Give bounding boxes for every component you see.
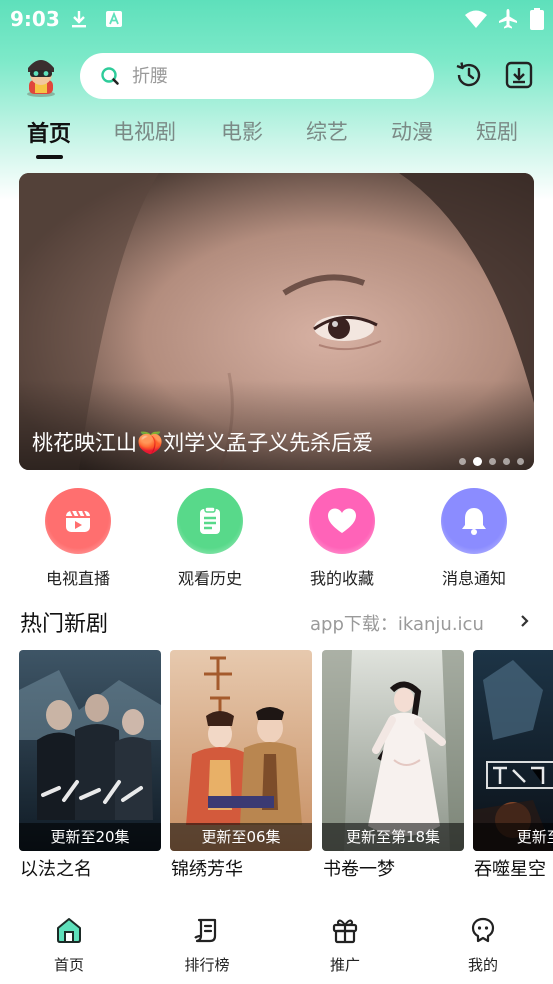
poster-image: 更新至1 [473, 650, 553, 851]
drama-card[interactable]: 更新至第18集 书卷一梦 [322, 650, 464, 882]
chevron-right-icon[interactable] [518, 612, 532, 630]
carousel-dot [517, 457, 524, 465]
nav-home[interactable]: 首页 [29, 914, 109, 980]
section-title: 热门新剧 [20, 612, 109, 637]
tab-anime[interactable]: 动漫 [391, 116, 433, 146]
airplane-mode-icon [499, 9, 517, 29]
tab-movies[interactable]: 电影 [221, 116, 263, 146]
watch-history-label: 观看历史 [177, 569, 242, 588]
drama-card[interactable]: 更新至06集 锦绣芳华 [170, 650, 312, 882]
history-list-icon [200, 506, 220, 534]
live-tv-icon-bg [45, 488, 111, 554]
tab-home[interactable]: 首页 [27, 116, 71, 148]
notifications-button[interactable]: 消息通知 [424, 486, 524, 590]
wifi-icon [465, 10, 487, 28]
carousel-dot [489, 457, 496, 465]
poster-art [170, 650, 312, 851]
drama-title: 吞噬星空 [474, 859, 546, 880]
watch-history-button[interactable]: 观看历史 [160, 486, 260, 590]
tv-clapper-icon [66, 510, 90, 532]
home-icon [57, 918, 81, 943]
episode-badge: 更新至20集 [19, 823, 161, 851]
history-icon[interactable] [454, 60, 484, 90]
poster-image: 更新至第18集 [322, 650, 464, 851]
search-bar[interactable] [80, 53, 434, 99]
notifications-icon-bg [441, 488, 507, 554]
gift-icon [332, 919, 358, 944]
episode-badge: 更新至第18集 [322, 823, 464, 851]
favorites-icon-bg [309, 488, 375, 554]
avatar-icon[interactable] [20, 54, 62, 98]
bottom-navigation: 首页 排行榜 推广 我的 [0, 900, 553, 984]
drama-list: 更新至20集 以法之名 更新至06集 锦绣芳华 更新至第18集 书卷一梦 更新 … [0, 650, 553, 886]
poster-image: 更新至20集 [19, 650, 161, 851]
episode-badge: 更新至1 [473, 823, 553, 851]
active-tab-indicator [36, 155, 63, 159]
app-notification-icon [106, 11, 122, 27]
status-time: 9:03 [10, 7, 60, 31]
nav-ranking-label: 排行榜 [184, 956, 230, 974]
quick-actions: 电视直播 观看历史 我的收藏 消息通知 [0, 486, 553, 592]
search-icon [101, 67, 119, 85]
poster-art [473, 650, 553, 851]
poster-image: 更新至06集 [170, 650, 312, 851]
nav-promotion[interactable]: 推广 [305, 914, 385, 980]
drama-title: 锦绣芳华 [171, 859, 243, 880]
poster-art [322, 650, 464, 851]
tab-variety[interactable]: 综艺 [306, 116, 348, 146]
favorites-label: 我的收藏 [309, 569, 374, 588]
section-more-link[interactable]: app下载：ikanju.icu [310, 610, 484, 636]
banner-title: 桃花映江山🍑刘学义孟子义先杀后爱 [32, 431, 374, 455]
favorites-button[interactable]: 我的收藏 [292, 486, 392, 590]
status-bar: 9:03 [0, 0, 553, 38]
drama-title: 以法之名 [20, 859, 92, 880]
header [0, 48, 553, 106]
drama-card[interactable]: 更新至1 吞噬星空 [473, 650, 553, 882]
nav-promotion-label: 推广 [329, 956, 360, 974]
carousel-dot [503, 457, 510, 465]
tab-tv-series[interactable]: 电视剧 [113, 116, 176, 146]
watch-history-icon-bg [177, 488, 243, 554]
download-manager-icon[interactable] [504, 60, 534, 90]
download-notification-icon [72, 11, 86, 28]
drama-title: 书卷一梦 [323, 859, 395, 880]
live-tv-button[interactable]: 电视直播 [28, 486, 128, 590]
bell-icon [462, 508, 486, 535]
tab-short-drama[interactable]: 短剧 [476, 116, 518, 146]
search-input[interactable] [132, 53, 412, 99]
carousel-indicator [459, 456, 524, 466]
battery-icon [530, 8, 544, 30]
episode-badge: 更新至06集 [170, 823, 312, 851]
poster-art [19, 650, 161, 851]
carousel-dot [459, 457, 466, 465]
notifications-label: 消息通知 [441, 569, 506, 588]
heart-icon [328, 508, 356, 533]
nav-ranking[interactable]: 排行榜 [167, 914, 247, 980]
carousel-dot-active [473, 456, 482, 466]
drama-card[interactable]: 更新至20集 以法之名 [19, 650, 161, 882]
live-tv-label: 电视直播 [45, 569, 110, 588]
nav-profile-label: 我的 [467, 956, 498, 974]
profile-icon [471, 917, 495, 943]
nav-home-label: 首页 [53, 956, 84, 974]
category-tabs: 首页 电视剧 电影 综艺 动漫 短剧 [0, 112, 553, 162]
nav-profile[interactable]: 我的 [443, 914, 523, 980]
ranking-icon [194, 918, 217, 943]
banner-carousel[interactable]: 桃花映江山🍑刘学义孟子义先杀后爱 [19, 173, 534, 470]
